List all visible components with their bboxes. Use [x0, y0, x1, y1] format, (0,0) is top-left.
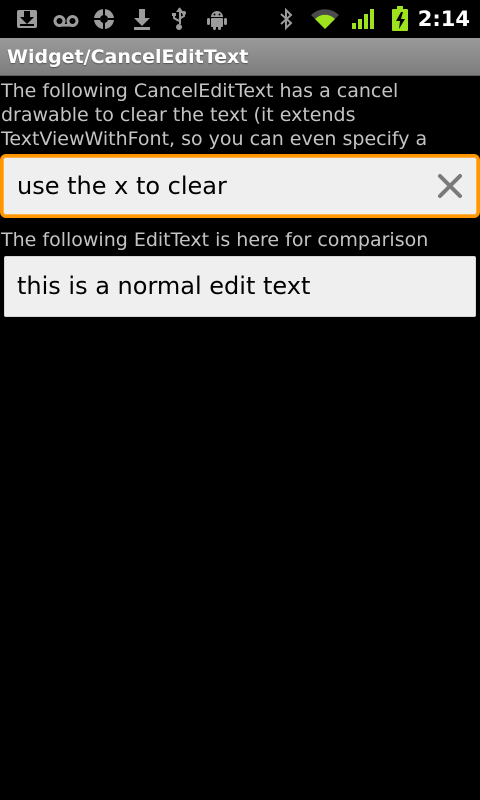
voicemail-icon [52, 7, 80, 31]
wifi-icon [309, 7, 341, 31]
normal-edit-text-field[interactable]: this is a normal edit text [4, 256, 476, 317]
download-icon [14, 7, 40, 31]
cancel-edit-value: use the x to clear [17, 172, 227, 200]
download-arrow-icon [130, 7, 154, 31]
signal-icon [349, 7, 377, 31]
sync-icon [91, 7, 117, 31]
title-bar: Widget/CancelEditText [0, 38, 480, 76]
clock-time: 2:14 [417, 7, 470, 31]
bluetooth-icon [276, 7, 296, 31]
android-debug-icon [204, 7, 230, 31]
battery-charging-icon [388, 6, 412, 31]
clear-text-button[interactable] [435, 171, 465, 201]
normal-edit-description: The following EditText is here for compa… [1, 229, 429, 251]
usb-icon [167, 7, 191, 31]
close-icon [438, 174, 462, 198]
page-title: Widget/CancelEditText [7, 46, 249, 68]
cancel-edit-text-field[interactable]: use the x to clear [0, 154, 480, 218]
status-bar: 2:14 [0, 0, 480, 38]
normal-edit-value: this is a normal edit text [17, 272, 311, 300]
